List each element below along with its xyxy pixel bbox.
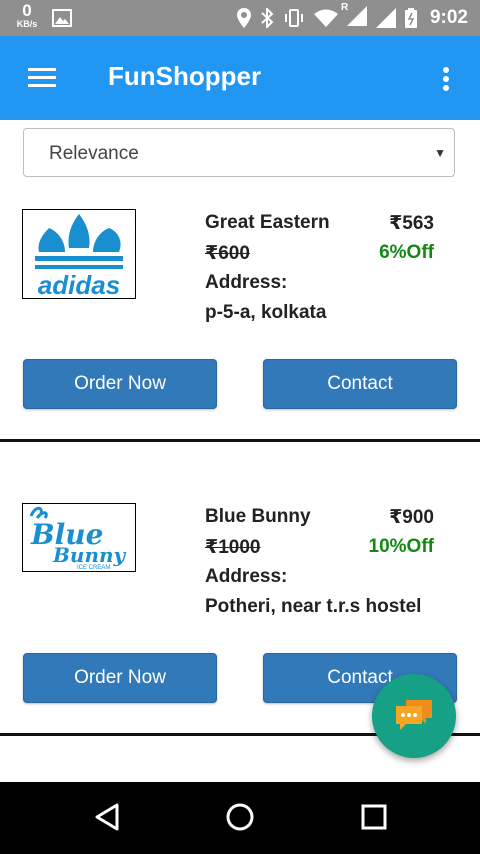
location-icon <box>236 8 251 28</box>
store-logo-blue-bunny: Blue Bunny ICE CREAM <box>22 503 136 572</box>
store-price: ₹563 <box>389 213 434 234</box>
chat-fab-button[interactable] <box>372 674 456 758</box>
chat-bubbles-icon <box>396 700 432 730</box>
address-value: p-5-a, kolkata <box>205 302 327 323</box>
signal-icon-2 <box>375 8 396 28</box>
battery-icon <box>404 8 417 28</box>
home-circle-icon[interactable] <box>225 802 255 832</box>
store-price: ₹900 <box>389 507 434 528</box>
sort-select[interactable]: Relevance ▼ <box>23 128 455 177</box>
wifi-icon <box>313 9 338 27</box>
recents-square-icon[interactable] <box>361 804 387 830</box>
status-bar: 0 KB/s R 9:02 <box>0 0 480 36</box>
roaming-indicator: R <box>340 1 349 13</box>
original-price: ₹1000 <box>205 537 261 558</box>
system-nav-bar <box>0 782 480 854</box>
discount-badge: 6%Off <box>379 242 434 263</box>
image-notification-icon <box>52 9 72 27</box>
network-speed: 0 KB/s <box>12 2 42 29</box>
blue-bunny-logo: Blue Bunny ICE CREAM <box>29 506 127 571</box>
clock: 9:02 <box>429 7 468 28</box>
order-now-button[interactable]: Order Now <box>23 359 217 409</box>
address-label: Address: <box>205 272 288 293</box>
store-name: Blue Bunny <box>205 506 311 527</box>
contact-button[interactable]: Contact <box>263 359 457 409</box>
sort-select-value: Relevance <box>49 143 139 164</box>
vibrate-icon <box>284 9 303 27</box>
signal-icon <box>346 5 367 26</box>
back-triangle-icon[interactable] <box>94 802 120 832</box>
address-value: Potheri, near t.r.s hostel <box>205 596 422 617</box>
original-price: ₹600 <box>205 243 250 264</box>
listing-divider <box>0 439 480 442</box>
store-logo-adidas: adidas <box>22 209 136 299</box>
discount-badge: 10%Off <box>368 536 434 557</box>
more-vert-icon[interactable] <box>440 66 452 94</box>
hamburger-menu-icon[interactable] <box>28 68 56 88</box>
dropdown-caret-icon: ▼ <box>434 146 446 160</box>
blue-bunny-logo-line2: Bunny <box>52 543 127 567</box>
store-name: Great Eastern <box>205 212 330 233</box>
blue-bunny-logo-subtext: ICE CREAM <box>77 565 110 571</box>
adidas-trefoil-logo: adidas <box>35 214 123 298</box>
bluetooth-icon <box>261 8 274 28</box>
adidas-logo-text: adidas <box>38 270 120 298</box>
app-bar: FunShopper <box>0 36 480 120</box>
signal-icon-roaming: R <box>341 2 367 31</box>
network-speed-unit: KB/s <box>16 19 38 29</box>
network-speed-value: 0 <box>22 1 32 20</box>
address-label: Address: <box>205 566 288 587</box>
order-now-button[interactable]: Order Now <box>23 653 217 703</box>
app-title: FunShopper <box>108 61 262 91</box>
status-icons: R 9:02 <box>236 0 468 36</box>
